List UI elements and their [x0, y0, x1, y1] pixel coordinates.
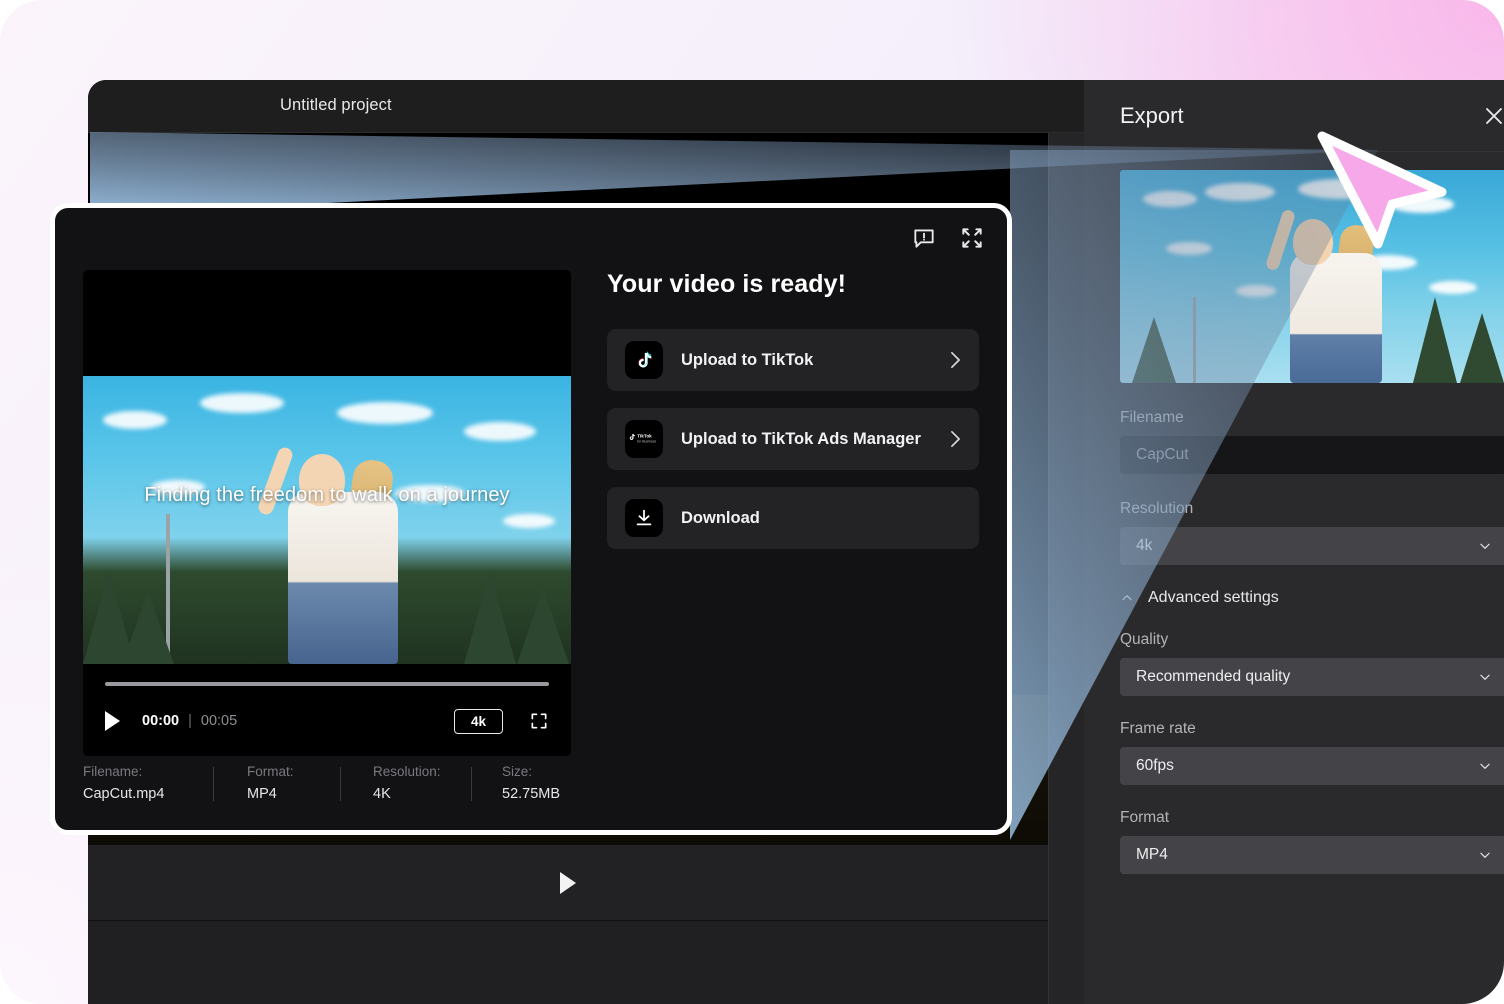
advanced-settings-label: Advanced settings	[1148, 589, 1279, 606]
action-label: Upload to TikTok	[681, 350, 814, 369]
player-controls: 00:00 | 00:05 4k	[83, 664, 571, 756]
quality-label: Quality	[1120, 631, 1169, 648]
meta-value: 52.75MB	[502, 786, 561, 802]
chevron-right-icon	[950, 351, 961, 369]
project-title[interactable]: Untitled project	[280, 96, 392, 115]
chevron-right-icon	[950, 430, 961, 448]
export-metadata: Filename: CapCut.mp4 Format: MP4 Resolut…	[83, 764, 979, 804]
meta-size: Size: 52.75MB	[472, 764, 560, 802]
modal-right-column: Your video is ready! Upload to TikTok Ti…	[607, 270, 979, 549]
svg-text:for Business: for Business	[637, 439, 656, 443]
scrubber[interactable]	[105, 682, 549, 686]
modal-heading: Your video is ready!	[607, 270, 847, 298]
resolution-select[interactable]: 4k	[1120, 527, 1504, 565]
export-preview-thumbnail	[1120, 170, 1504, 383]
export-panel-title: Export	[1120, 102, 1184, 128]
filename-input[interactable]: CapCut	[1120, 436, 1504, 474]
meta-value: 4K	[373, 786, 391, 802]
filename-label: Filename	[1120, 409, 1184, 426]
svg-text:TikTok: TikTok	[637, 434, 652, 439]
chevron-down-icon	[1478, 848, 1492, 862]
upload-to-tiktok-button[interactable]: Upload to TikTok	[607, 329, 979, 391]
chevron-up-icon	[1120, 591, 1134, 605]
meta-key: Size:	[502, 764, 533, 779]
report-feedback-icon[interactable]	[911, 225, 937, 251]
chevron-down-icon	[1478, 759, 1492, 773]
export-complete-modal: Finding the freedom to walk on a journey…	[50, 203, 1012, 835]
meta-filename: Filename: CapCut.mp4	[83, 764, 213, 802]
video-frame	[83, 376, 571, 664]
meta-key: Resolution:	[373, 764, 441, 779]
download-icon	[625, 499, 663, 537]
export-side-panel: Export Filename CapCut Resolution 4k Adv…	[1084, 80, 1504, 1004]
meta-key: Format:	[247, 764, 294, 779]
player-control-row: 00:00 | 00:05 4k	[105, 704, 549, 738]
time-separator: |	[188, 713, 192, 729]
download-button[interactable]: Download	[607, 487, 979, 549]
quality-value: Recommended quality	[1136, 668, 1291, 685]
resolution-chip[interactable]: 4k	[453, 708, 503, 734]
thumb-head	[1293, 219, 1333, 265]
framerate-value: 60fps	[1136, 757, 1174, 774]
chevron-down-icon	[1478, 670, 1492, 684]
fullscreen-icon[interactable]	[529, 711, 549, 731]
framerate-select[interactable]: 60fps	[1120, 747, 1504, 785]
resolution-value: 4k	[1136, 537, 1153, 554]
duration: 00:05	[200, 713, 238, 729]
action-list: Upload to TikTok TikTok for Business Upl…	[607, 329, 979, 549]
video-subject-body	[287, 492, 398, 664]
framerate-label: Frame rate	[1120, 720, 1196, 737]
video-player: Finding the freedom to walk on a journey…	[83, 270, 571, 756]
play-outline-icon[interactable]	[560, 871, 576, 894]
meta-key: Filename:	[83, 764, 143, 779]
thumb-body	[1289, 253, 1382, 383]
tiktok-icon	[625, 341, 663, 379]
meta-resolution: Resolution: 4K	[341, 764, 471, 802]
transport-bar	[88, 845, 1048, 921]
format-select[interactable]: MP4	[1120, 836, 1504, 874]
resolution-label: Resolution	[1120, 500, 1194, 517]
meta-value: CapCut.mp4	[83, 786, 165, 802]
play-icon[interactable]	[105, 711, 120, 731]
video-caption: Finding the freedom to walk on a journey	[144, 484, 510, 506]
close-icon[interactable]	[1480, 102, 1504, 130]
quality-select[interactable]: Recommended quality	[1120, 658, 1504, 696]
action-label: Download	[681, 508, 760, 527]
meta-value: MP4	[247, 786, 277, 802]
action-label: Upload to TikTok Ads Manager	[681, 429, 921, 448]
modal-tools	[911, 225, 985, 251]
format-value: MP4	[1136, 846, 1168, 863]
format-label: Format	[1120, 809, 1170, 826]
export-panel-header: Export	[1084, 80, 1504, 152]
collapse-icon[interactable]	[959, 225, 985, 251]
tiktok-for-business-icon: TikTok for Business	[625, 420, 663, 458]
meta-format: Format: MP4	[214, 764, 340, 802]
chevron-down-icon	[1478, 539, 1492, 553]
advanced-settings-toggle[interactable]: Advanced settings	[1120, 589, 1504, 607]
current-time: 00:00	[142, 713, 180, 729]
upload-to-tiktok-ads-manager-button[interactable]: TikTok for Business Upload to TikTok Ads…	[607, 408, 979, 470]
timeline-area[interactable]	[88, 922, 1048, 1004]
